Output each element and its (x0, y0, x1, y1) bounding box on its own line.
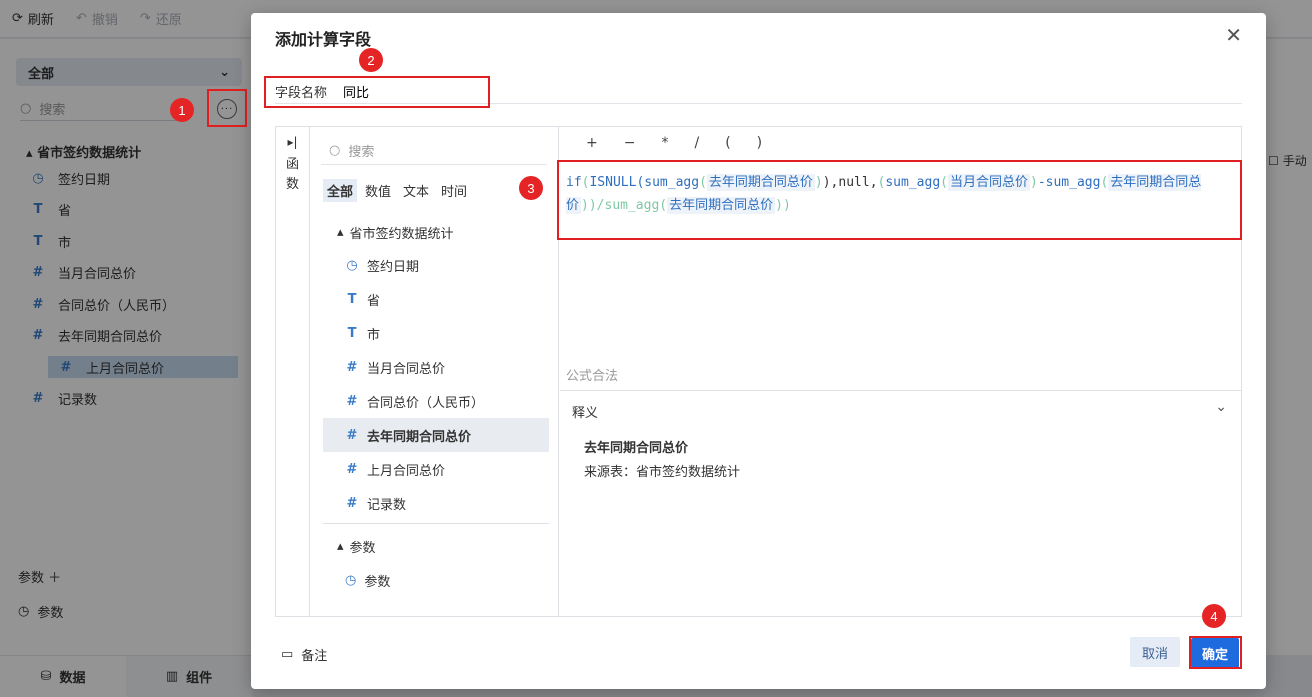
plus-operator[interactable]: + (586, 135, 598, 151)
minus-operator[interactable]: − (624, 135, 636, 151)
annotation-box-1 (207, 89, 247, 127)
annotation-box-3 (557, 160, 1242, 240)
dialog-field-label: 当月合同总价 (367, 361, 446, 377)
function-tab-char-2: 数 (285, 177, 299, 192)
comment-icon: ▭ (281, 647, 294, 662)
param-item-label: 参数 (364, 574, 391, 590)
add-calculated-field-dialog: 添加计算字段 ✕ 字段名称 ▸| 函 数 ○ 搜索 全部 数值 文本 时间 ▴ (251, 13, 1266, 689)
field-search-input[interactable]: ○ 搜索 (329, 141, 374, 160)
dialog-field-item[interactable]: T省 (323, 282, 549, 316)
dialog-field-label: 去年同期合同总价 (367, 429, 472, 445)
dialog-field-item[interactable]: ◷ 签约日期 (323, 248, 549, 282)
field-list-panel: ○ 搜索 全部 数值 文本 时间 ▴ 省市签约数据统计 ◷ 签约日期 T 省 T 市 # 当月… (311, 127, 559, 616)
close-icon[interactable]: ✕ (1225, 23, 1242, 47)
explain-divider (560, 390, 1241, 391)
note-button[interactable]: ▭ 备注 (281, 645, 327, 664)
table-group-header[interactable]: ▴ 省市签约数据统计 (337, 223, 454, 242)
annotation-badge-1: 1 (170, 98, 194, 122)
tab-text[interactable]: 文本 (399, 179, 433, 202)
dialog-field-label: 省 (367, 293, 381, 309)
tab-number[interactable]: 数值 (361, 179, 395, 202)
dialog-field-label: 市 (367, 327, 381, 343)
dialog-field-label: 合同总价（人民币） (367, 395, 485, 411)
explain-header: 释义 (572, 406, 599, 421)
annotation-badge-4: 4 (1202, 604, 1226, 628)
annotation-badge-3: 3 (519, 176, 543, 200)
dialog-field-label: 记录数 (367, 497, 407, 513)
left-paren-operator[interactable]: ( (725, 135, 730, 151)
explain-source-table: 来源表：省市签约数据统计 (584, 465, 741, 480)
param-item[interactable]: ◷ 参数 (345, 565, 390, 595)
function-tab-char-1: 函 (285, 157, 299, 172)
number-type-icon: # (346, 427, 358, 443)
text-type-icon: T (347, 325, 357, 341)
number-type-icon: # (346, 461, 358, 477)
divider (323, 523, 549, 524)
dialog-title: 添加计算字段 (275, 30, 372, 49)
number-type-icon: # (346, 495, 358, 511)
text-type-icon: T (347, 291, 357, 307)
number-type-icon: # (346, 359, 358, 375)
dialog-field-label: 签约日期 (367, 259, 420, 275)
dialog-field-item[interactable]: T市 (323, 316, 549, 350)
dialog-field-label: 上月合同总价 (367, 463, 446, 479)
param-group-label: 参数 (349, 541, 376, 556)
tab-time[interactable]: 时间 (437, 179, 471, 202)
dialog-field-item[interactable]: # 去年同期合同总价 (323, 418, 549, 452)
table-group-label: 省市签约数据统计 (349, 227, 454, 242)
search-icon: ○ (329, 143, 341, 158)
note-label: 备注 (301, 649, 328, 664)
operator-bar: + − * / ( ) (586, 135, 762, 151)
clock-icon: ◷ (346, 257, 358, 273)
dialog-field-item[interactable]: # 记录数 (323, 486, 549, 520)
param-icon: ◷ (345, 572, 357, 588)
function-side-tab[interactable]: ▸| 函 数 (276, 127, 310, 616)
multiply-operator[interactable]: * (661, 135, 668, 151)
annotation-badge-2: 2 (359, 48, 383, 72)
dialog-field-item[interactable]: # 当月合同总价 (323, 350, 549, 384)
dialog-field-item[interactable]: # 上月合同总价 (323, 452, 549, 486)
tab-all[interactable]: 全部 (323, 179, 358, 202)
expand-arrow-icon: ▸| (287, 135, 298, 149)
type-filter-tabs: 全部 数值 文本 时间 (323, 179, 471, 202)
collapse-icon: ▴ (337, 225, 344, 240)
field-search-placeholder: 搜索 (348, 145, 375, 160)
collapse-icon: ▴ (337, 539, 344, 554)
annotation-box-4 (1189, 636, 1242, 669)
divide-operator[interactable]: / (694, 135, 699, 151)
formula-validity-status: 公式合法 (566, 369, 619, 384)
chevron-down-icon[interactable]: ⌄ (1215, 399, 1227, 415)
explain-field-name: 去年同期合同总价 (584, 441, 689, 456)
number-type-icon: # (346, 393, 358, 409)
right-paren-operator[interactable]: ) (757, 135, 762, 151)
search-underline (321, 164, 547, 165)
annotation-box-2 (264, 76, 490, 108)
param-group-header[interactable]: ▴ 参数 (337, 537, 376, 556)
cancel-button[interactable]: 取消 (1130, 637, 1180, 667)
dialog-field-item[interactable]: # 合同总价（人民币） (323, 384, 549, 418)
